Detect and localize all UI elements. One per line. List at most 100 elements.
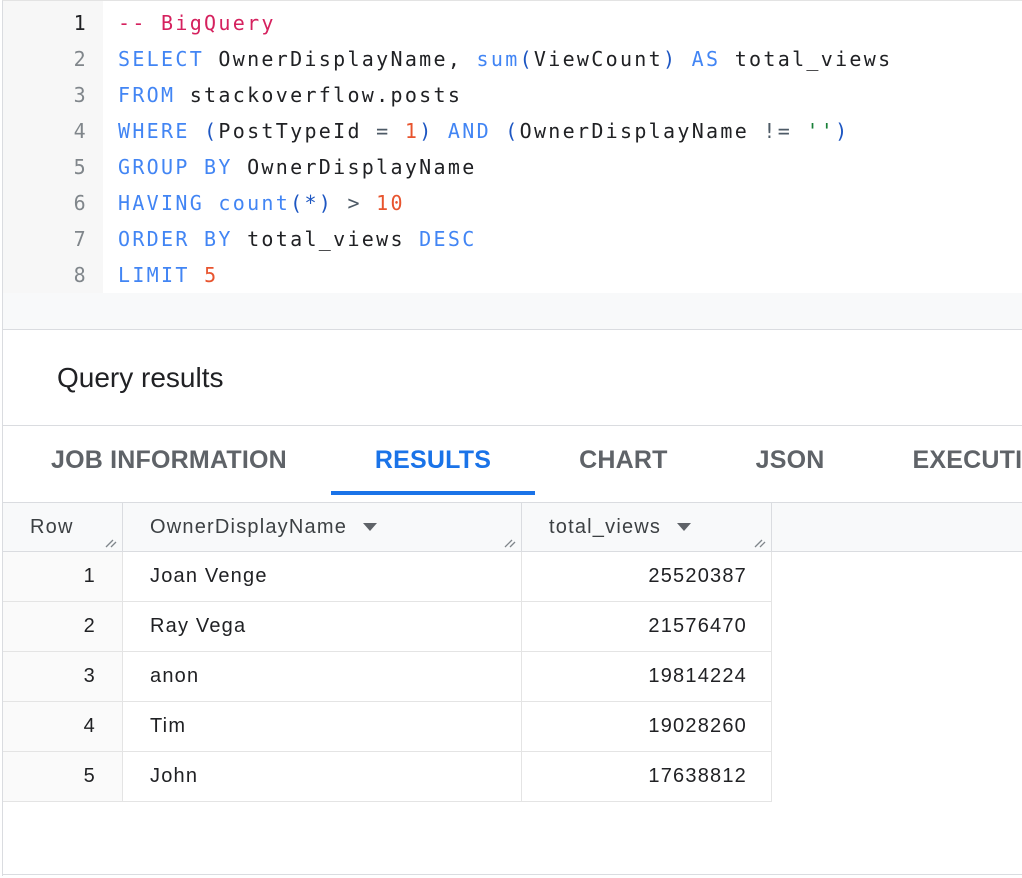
code-line[interactable]: ORDER BY total_views DESC	[118, 221, 892, 257]
code-token	[190, 263, 204, 287]
code-token: count	[218, 191, 290, 215]
code-token: (	[204, 119, 218, 143]
code-line[interactable]: WHERE (PostTypeId = 1) AND (OwnerDisplay…	[118, 113, 892, 149]
row-filler-cell	[772, 752, 1022, 802]
code-token: ORDER BY	[118, 227, 233, 251]
column-resize-handle-icon[interactable]	[502, 533, 518, 549]
code-token	[391, 119, 405, 143]
results-footer-area	[3, 802, 1022, 875]
code-token: OwnerDisplayName	[233, 155, 477, 179]
tab-label: JSON	[756, 446, 825, 475]
tab-job-information[interactable]: JOB INFORMATION	[7, 426, 331, 495]
code-token: 5	[204, 263, 218, 287]
editor-gutter: 12345678	[3, 1, 103, 293]
row-number-cell: 4	[3, 702, 123, 752]
table-row: 4Tim19028260	[3, 702, 1022, 752]
code-token: WHERE	[118, 119, 190, 143]
editor-footer	[3, 293, 1022, 330]
owner-display-name-cell: Tim	[123, 702, 522, 752]
code-line[interactable]: -- BigQuery	[118, 5, 892, 41]
row-number-cell: 3	[3, 652, 123, 702]
code-token: AND	[448, 119, 491, 143]
row-number-cell: 1	[3, 552, 123, 602]
tab-results[interactable]: RESULTS	[331, 426, 535, 495]
code-token	[677, 47, 691, 71]
code-token: total_views	[233, 227, 419, 251]
owner-display-name-cell: Joan Venge	[123, 552, 522, 602]
table-row: 3anon19814224	[3, 652, 1022, 702]
row-filler-cell	[772, 552, 1022, 602]
code-token: OwnerDisplayName,	[204, 47, 476, 71]
code-token: stackoverflow.posts	[175, 83, 462, 107]
code-token: -- BigQuery	[118, 11, 276, 35]
code-line[interactable]: HAVING count(*) > 10	[118, 185, 892, 221]
total-views-cell: 19814224	[522, 652, 772, 702]
sort-dropdown-icon[interactable]	[363, 523, 377, 531]
tab-label: EXECUTION DETAILS	[913, 446, 1022, 475]
line-number: 6	[3, 185, 103, 221]
code-token: (	[520, 47, 534, 71]
column-header-total-views[interactable]: total_views	[522, 503, 772, 551]
column-header-label: Row	[30, 516, 74, 539]
bigquery-results-panel: 12345678 -- BigQuery SELECT OwnerDisplayN…	[2, 0, 1022, 876]
tab-label: RESULTS	[375, 446, 491, 475]
code-token	[362, 191, 376, 215]
table-row: 2Ray Vega21576470	[3, 602, 1022, 652]
code-line[interactable]: LIMIT 5	[118, 257, 892, 293]
column-header-filler	[772, 503, 1022, 551]
owner-display-name-cell: Ray Vega	[123, 602, 522, 652]
code-token	[434, 119, 448, 143]
code-token: !=	[763, 119, 792, 143]
line-number: 1	[3, 5, 103, 41]
code-token: sum	[477, 47, 520, 71]
row-number-cell: 5	[3, 752, 123, 802]
column-resize-handle-icon[interactable]	[752, 533, 768, 549]
code-token: LIMIT	[118, 263, 190, 287]
results-table: Row OwnerDisplayName total_views 1Joan Ven…	[3, 502, 1022, 802]
line-number: 2	[3, 41, 103, 77]
code-token: (	[505, 119, 519, 143]
total-views-cell: 19028260	[522, 702, 772, 752]
row-number-cell: 2	[3, 602, 123, 652]
code-token	[792, 119, 806, 143]
code-token: FROM	[118, 83, 175, 107]
code-token: HAVING	[118, 191, 204, 215]
code-token: 10	[376, 191, 405, 215]
total-views-cell: 25520387	[522, 552, 772, 602]
line-number: 8	[3, 257, 103, 293]
line-number: 5	[3, 149, 103, 185]
code-token: total_views	[720, 47, 892, 71]
sql-editor[interactable]: 12345678 -- BigQuery SELECT OwnerDisplayN…	[3, 1, 1022, 330]
column-resize-handle-icon[interactable]	[103, 533, 119, 549]
line-number: 4	[3, 113, 103, 149]
editor-code[interactable]: -- BigQuerySELECT OwnerDisplayName, sum(…	[103, 1, 892, 293]
code-line[interactable]: GROUP BY OwnerDisplayName	[118, 149, 892, 185]
code-token: OwnerDisplayName	[520, 119, 764, 143]
query-results-header: Query results	[3, 330, 1022, 426]
owner-display-name-cell: John	[123, 752, 522, 802]
code-line[interactable]: FROM stackoverflow.posts	[118, 77, 892, 113]
code-token: )	[663, 47, 677, 71]
tab-json[interactable]: JSON	[712, 426, 869, 495]
query-results-title: Query results	[3, 330, 1022, 394]
table-body: 1Joan Venge255203872Ray Vega215764703ano…	[3, 552, 1022, 802]
row-filler-cell	[772, 652, 1022, 702]
sort-dropdown-icon[interactable]	[677, 523, 691, 531]
tab-execution-details[interactable]: EXECUTION DETAILS	[869, 426, 1022, 495]
code-line[interactable]: SELECT OwnerDisplayName, sum(ViewCount) …	[118, 41, 892, 77]
code-token: =	[376, 119, 390, 143]
tab-chart[interactable]: CHART	[535, 426, 712, 495]
code-token: (*)	[290, 191, 333, 215]
line-number: 3	[3, 77, 103, 113]
tab-gap	[3, 495, 1022, 502]
code-token: )	[835, 119, 849, 143]
table-row: 1Joan Venge25520387	[3, 552, 1022, 602]
code-token: SELECT	[118, 47, 204, 71]
column-header-row[interactable]: Row	[3, 503, 123, 551]
code-token	[190, 119, 204, 143]
column-header-label: total_views	[549, 516, 661, 539]
code-token	[204, 191, 218, 215]
owner-display-name-cell: anon	[123, 652, 522, 702]
results-tab-bar: JOB INFORMATION RESULTS CHART JSON EXECUTION…	[3, 426, 1022, 495]
column-header-ownerdisplayname[interactable]: OwnerDisplayName	[123, 503, 522, 551]
